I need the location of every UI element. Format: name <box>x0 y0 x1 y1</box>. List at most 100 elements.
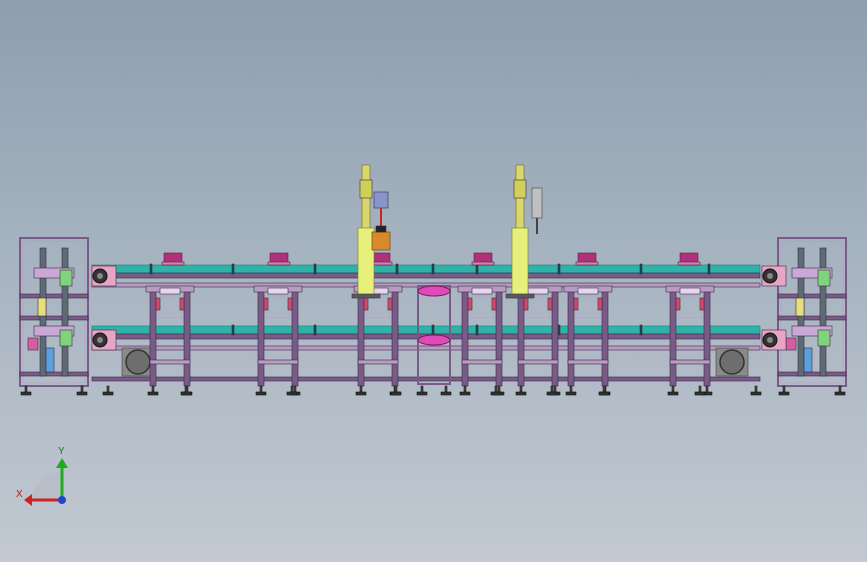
left-cabinet-green-valve-top <box>59 269 73 287</box>
station-3-window <box>365 295 391 319</box>
station-2-sensor-left <box>263 297 269 311</box>
cad-viewport[interactable]: Y X <box>0 0 867 562</box>
left-cabinet-shelf-3 <box>19 371 89 377</box>
y-axis-arrow <box>56 458 68 468</box>
station-1-leg-right <box>183 289 191 387</box>
line-foot-9 <box>750 391 762 396</box>
upper-belt-joint-1 <box>231 263 235 275</box>
line-foot-9-stem <box>754 385 758 393</box>
right-cabinet-yellow-sensor <box>795 297 805 317</box>
lower-belt-joint-1 <box>231 324 235 336</box>
station-3-leg-left <box>357 289 365 387</box>
line-foot-5 <box>490 391 502 396</box>
right-cabinet-foot-2-stem <box>838 385 842 393</box>
coupling-foot-right <box>440 391 452 396</box>
right-tool-dispenser <box>531 187 543 219</box>
line-foot-2 <box>180 391 192 396</box>
station-2-foot-left <box>255 391 267 396</box>
coupling-foot-left <box>416 391 428 396</box>
line-foot-1 <box>102 391 114 396</box>
station-1-leg-left <box>149 289 157 387</box>
station-2-window <box>265 295 291 319</box>
left-cabinet-foot-1 <box>20 391 32 396</box>
upper-belt-joint-6 <box>557 263 561 275</box>
left-lower-roller-hub <box>97 337 103 343</box>
right-cabinet-foot-1-stem <box>782 385 786 393</box>
line-foot-6 <box>546 391 558 396</box>
station-1-foot-left <box>147 391 159 396</box>
right-cabinet-shelf-3 <box>777 371 847 377</box>
station-3-brace <box>357 359 399 365</box>
pallet-2-base <box>267 261 291 266</box>
station-3-leg-right <box>391 289 399 387</box>
station-3-foot-left-stem <box>359 385 363 393</box>
station-1-window <box>157 295 183 319</box>
line-foot-4 <box>390 391 402 396</box>
left-cabinet-pink-block <box>27 337 39 351</box>
station-3-sensor-right <box>387 297 393 311</box>
station-2-sensor-right <box>287 297 293 311</box>
station-5-sensor-right <box>547 297 553 311</box>
line-foot-2-stem <box>184 385 188 393</box>
left-cabinet-shelf-2 <box>19 315 89 321</box>
right-cabinet-foot-1 <box>778 391 790 396</box>
pallet-6-base <box>677 261 701 266</box>
station-3-sensor-left <box>363 297 369 311</box>
station-5-sensor-left <box>523 297 529 311</box>
lower-belt-joint-5 <box>475 324 479 336</box>
station-6-sensor-left <box>573 297 579 311</box>
upper-belt-joint-5 <box>475 263 479 275</box>
upper-belt-joint-2 <box>313 263 317 275</box>
station-5-jig <box>527 287 549 295</box>
upper-rail <box>91 272 761 279</box>
right-drive-motor <box>719 349 745 375</box>
station-5-leg-left <box>517 289 525 387</box>
coupling-foot-left-stem <box>420 385 424 393</box>
left-cabinet-foot-1-stem <box>24 385 28 393</box>
lower-belt-joint-7 <box>639 324 643 336</box>
station-7-foot-right-stem <box>705 385 709 393</box>
line-foot-8-stem <box>698 385 702 393</box>
upper-belt-joint-7 <box>639 263 643 275</box>
station-6-leg-right <box>601 289 609 387</box>
right-cabinet-green-valve-top <box>817 269 831 287</box>
conveyor-assembly-line <box>19 164 847 396</box>
left-upper-roller-hub <box>97 273 103 279</box>
pallet-5-base <box>575 261 599 266</box>
left-cabinet-foot-2-stem <box>80 385 84 393</box>
line-foot-7 <box>598 391 610 396</box>
station-2-leg-right <box>291 289 299 387</box>
upper-belt-joint-4 <box>431 263 435 275</box>
station-5-brace <box>517 359 559 365</box>
station-2-foot-left-stem <box>259 385 263 393</box>
right-cabinet-guide-right <box>819 247 827 377</box>
station-4-window <box>469 295 495 319</box>
lower-rail-lower <box>91 345 761 351</box>
station-4-jig <box>471 287 493 295</box>
line-foot-4-stem <box>394 385 398 393</box>
right-cabinet-shelf-2 <box>777 315 847 321</box>
right-cabinet-shelf-1 <box>777 293 847 299</box>
station-6-sensor-right <box>597 297 603 311</box>
station-7-foot-left <box>667 391 679 396</box>
station-7-foot-left-stem <box>671 385 675 393</box>
station-1-foot-left-stem <box>151 385 155 393</box>
right-cabinet-blue-cylinder <box>803 347 813 373</box>
left-cabinet-shelf-1 <box>19 293 89 299</box>
station-6-foot-left <box>565 391 577 396</box>
line-foot-7-stem <box>602 385 606 393</box>
station-4-leg-left <box>461 289 469 387</box>
upper-belt-joint-0 <box>149 263 153 275</box>
station-1-jig <box>159 287 181 295</box>
axis-triad: Y X <box>16 446 68 506</box>
station-7-brace <box>669 359 711 365</box>
left-cabinet-foot-2 <box>76 391 88 396</box>
station-7-window <box>677 295 703 319</box>
robot-column-left-base <box>351 293 381 299</box>
right-cabinet-pink-block <box>785 337 797 351</box>
right-upper-roller-hub <box>767 273 773 279</box>
left-cabinet-guide-right <box>61 247 69 377</box>
triad-base-cone <box>32 472 60 500</box>
station-4-leg-right <box>495 289 503 387</box>
station-2-brace <box>257 359 299 365</box>
